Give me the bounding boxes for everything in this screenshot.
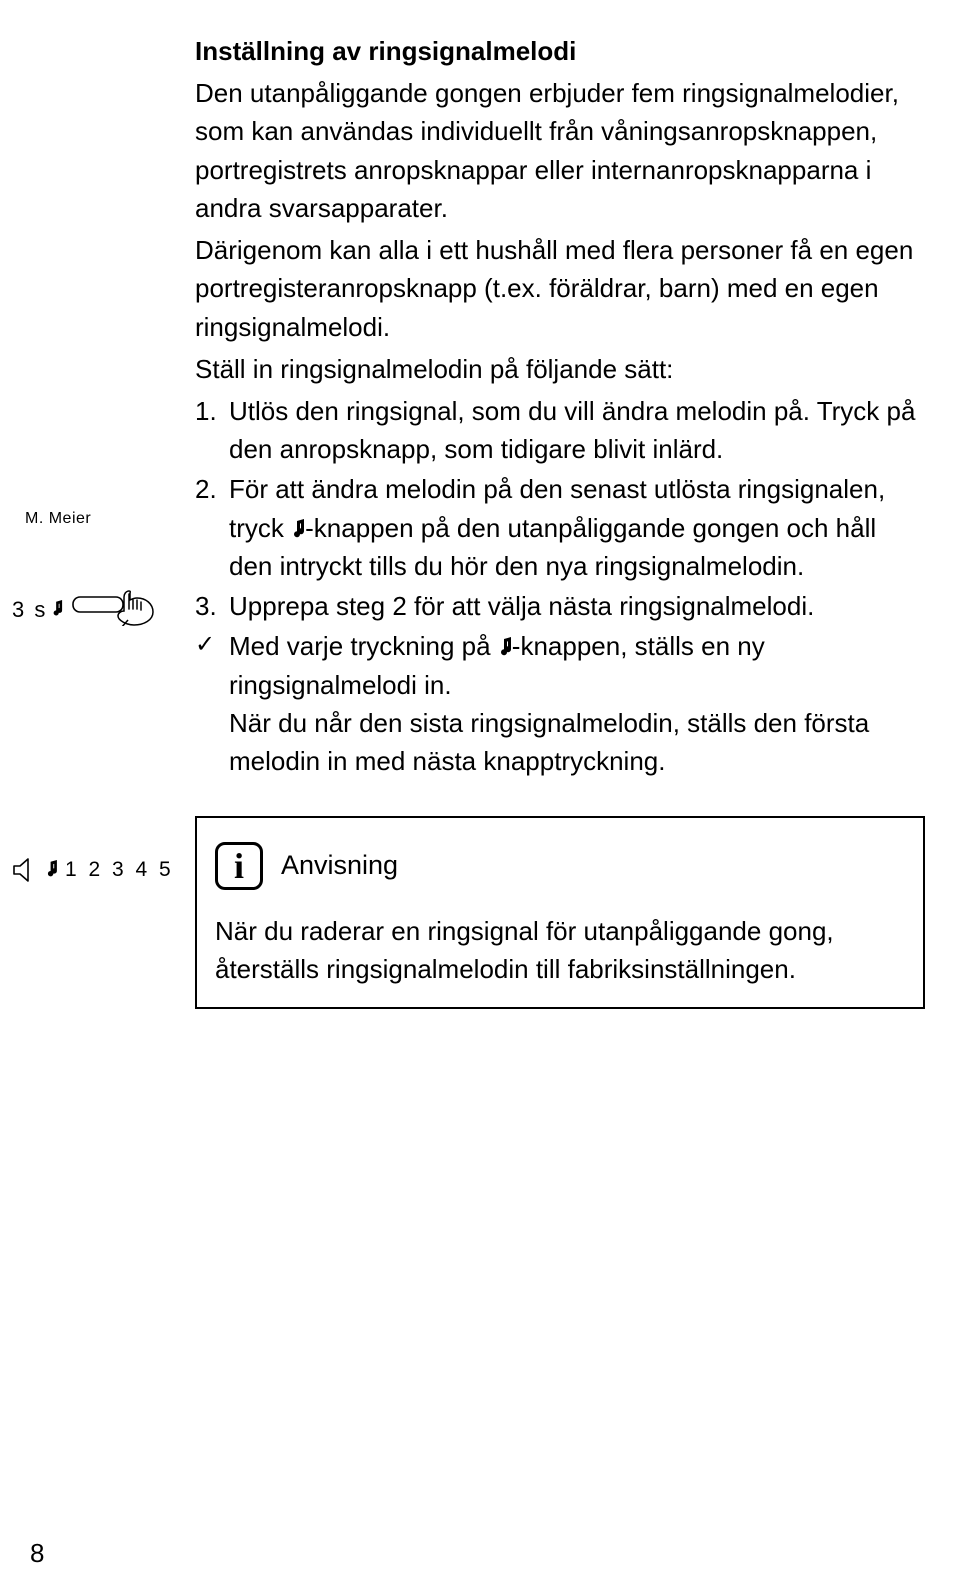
note-icon [498, 627, 512, 665]
step-text: För att ändra melodin på den senast utlö… [229, 470, 925, 585]
step-number: 2. [195, 470, 229, 585]
note-icon [45, 860, 58, 881]
paragraph: Ställ in ringsignalmelodin på följande s… [195, 350, 925, 388]
info-box: i Anvisning När du raderar en ringsignal… [195, 816, 925, 1008]
page-number: 8 [30, 1538, 44, 1569]
step-1: 1. Utlös den ringsignal, som du vill änd… [195, 392, 925, 468]
melody-numbers: 1 2 3 4 5 [65, 858, 174, 882]
text-after: -knappen på den utan­påliggande gongen o… [229, 513, 876, 581]
caller-name-label: M. Meier [25, 510, 91, 528]
button-press-icon [71, 588, 157, 631]
step-number: 1. [195, 392, 229, 468]
speaker-icon [12, 857, 38, 883]
main-content: Inställning av ringsignalmelodi Den utan… [195, 32, 925, 1009]
check-icon: ✓ [195, 627, 229, 780]
melody-select-graphic: 1 2 3 4 5 [12, 857, 174, 883]
step-text: Upprepa steg 2 för att välja nästa rings… [229, 587, 925, 625]
sidebar: M. Meier 3 s 1 2 3 4 5 [0, 32, 195, 1009]
text-line2: När du når den sista ringsignalmelodin, … [229, 708, 869, 776]
section-title: Inställning av ringsignalmelodi [195, 32, 925, 70]
press-3s-graphic: 3 s [12, 588, 157, 631]
intro-paragraph: Den utanpåliggande gongen erbjuder fem r… [195, 74, 925, 227]
info-body: När du raderar en ringsignal för utanpål… [215, 912, 905, 988]
duration-label: 3 s [12, 597, 47, 623]
result-item: ✓ Med varje tryckning på -knappen, ställ… [195, 627, 925, 780]
result-text: Med varje tryckning på -knappen, ställs … [229, 627, 925, 780]
note-icon [291, 509, 305, 547]
step-3: 3. Upprepa steg 2 för att välja nästa ri… [195, 587, 925, 625]
note-icon [51, 600, 63, 620]
step-number: 3. [195, 587, 229, 625]
text-before: Med varje tryckning på [229, 631, 498, 661]
step-text: Utlös den ringsignal, som du vill ändra … [229, 392, 925, 468]
step-2: 2. För att ändra melodin på den senast u… [195, 470, 925, 585]
info-icon: i [215, 842, 263, 890]
paragraph: Därigenom kan alla i ett hushåll med fle… [195, 231, 925, 346]
info-title: Anvisning [281, 846, 398, 890]
